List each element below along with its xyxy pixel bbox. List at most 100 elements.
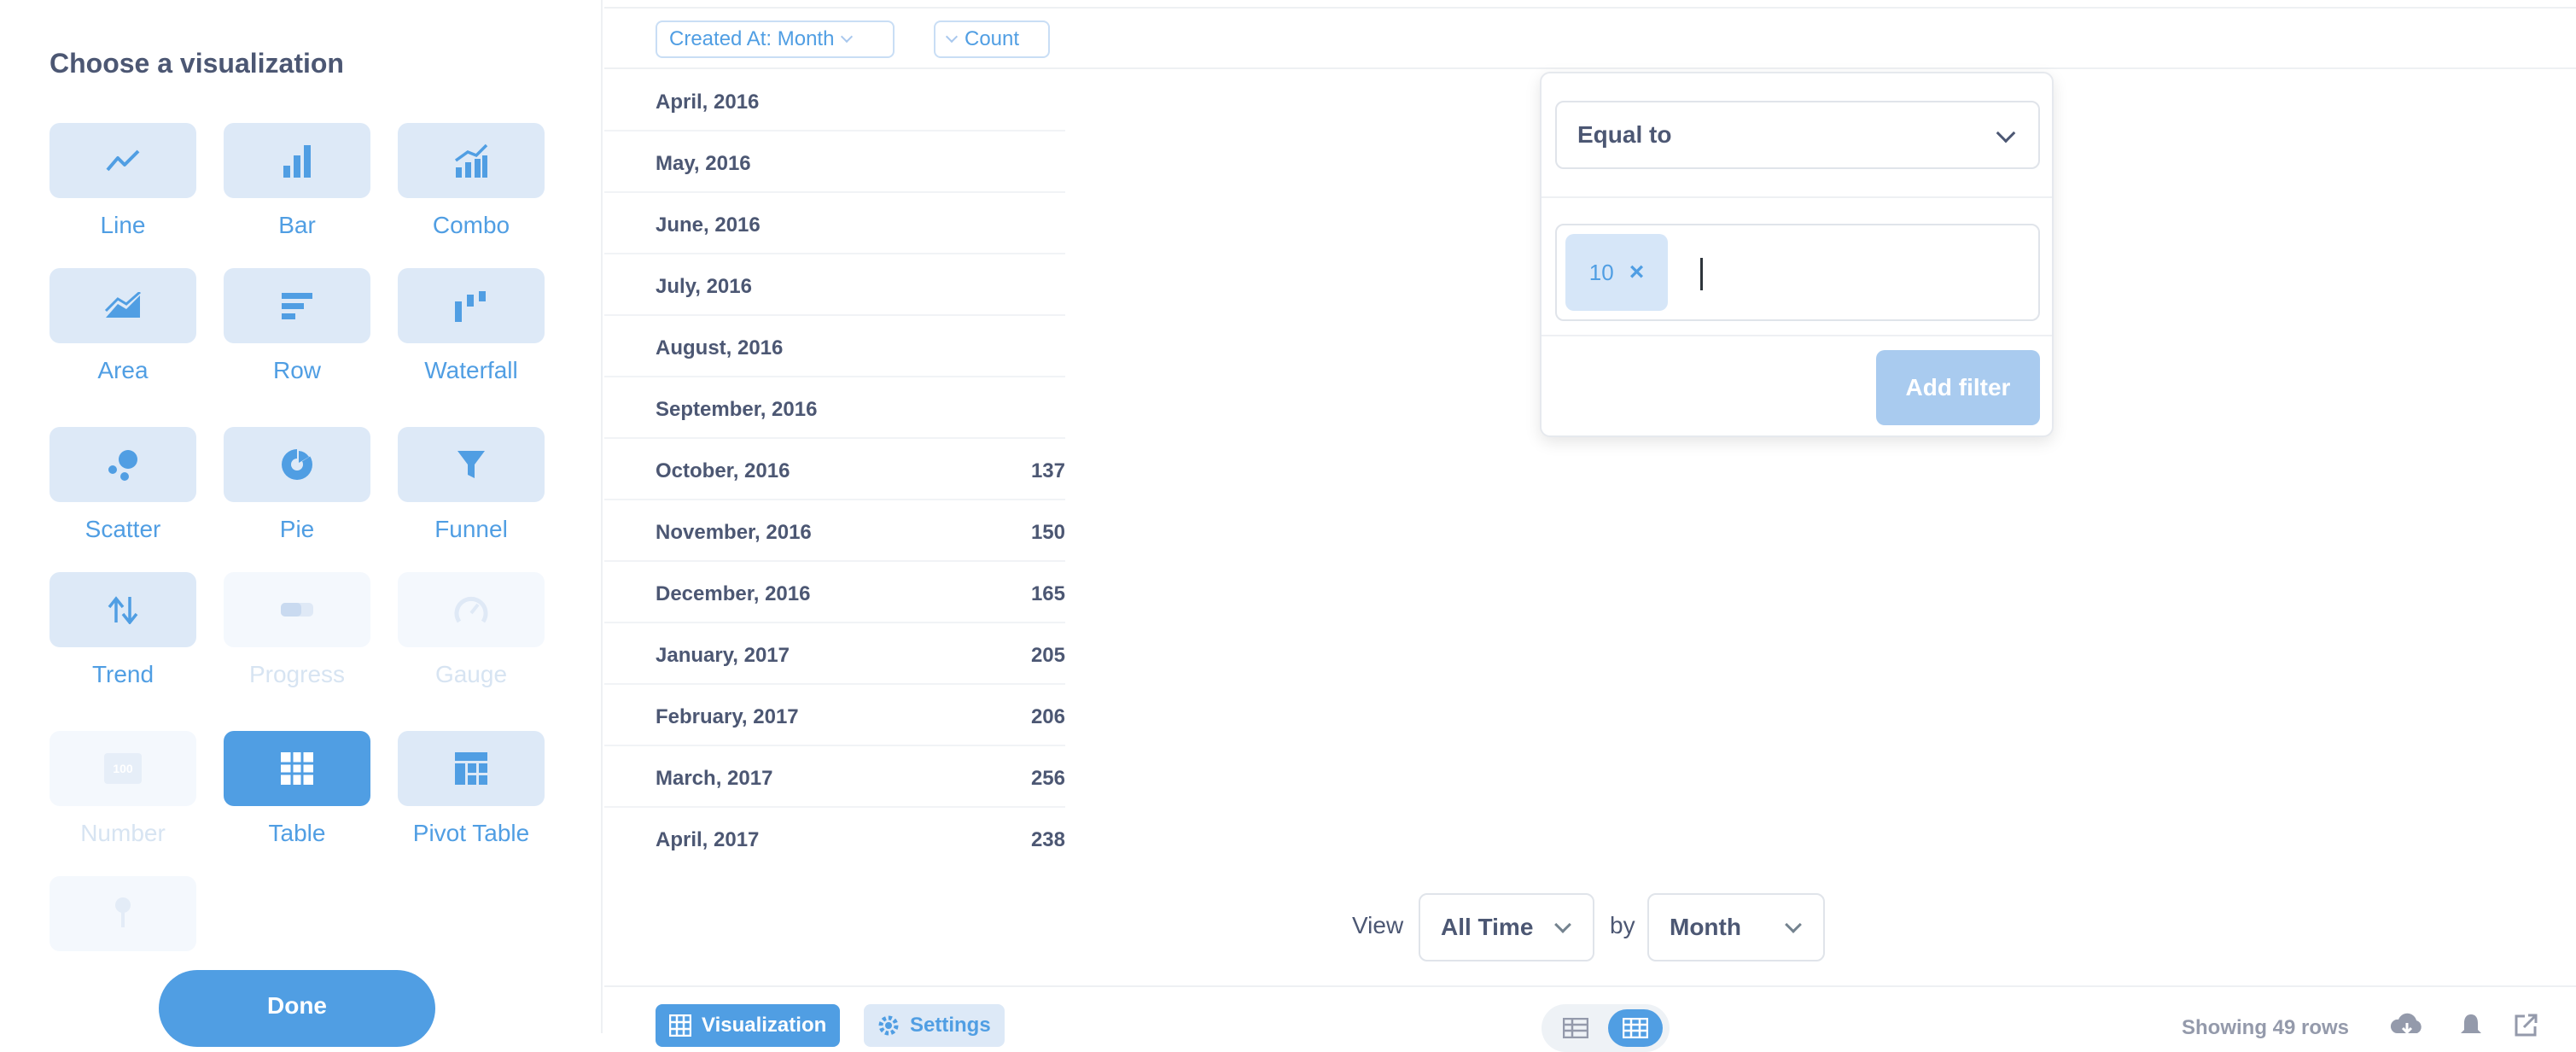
sidebar-title: Choose a visualization [50,48,344,79]
share-icon[interactable] [2513,1013,2538,1038]
viz-option-label: Funnel [434,516,508,542]
visualization-button[interactable]: Visualization [656,1004,841,1047]
table-icon [669,1014,691,1037]
waterfall-chart-icon [398,268,545,343]
grid-icon [1623,1018,1648,1038]
row-count-label: Showing 49 rows [2182,1016,2350,1039]
time-unit-select[interactable]: Month [1647,893,1825,961]
funnel-icon [398,427,545,502]
table-row[interactable]: June, 2016 [604,193,1065,254]
table-row[interactable]: April, 2016 [604,70,1065,132]
date-cell: April, 2017 [656,828,760,851]
column-header-label: Count [965,27,1020,50]
count-cell: 205 [1030,644,1065,667]
table-row[interactable]: November, 2016 150 [604,500,1065,562]
viz-option-trend[interactable]: Trend [36,572,210,688]
viz-option-funnel[interactable]: Funnel [384,427,558,543]
viz-option-number[interactable]: 100 Number [36,731,210,847]
chevron-down-icon [841,30,854,44]
viz-option-line[interactable]: Line [36,123,210,239]
chevron-down-icon [945,30,959,44]
done-button[interactable]: Done [159,970,435,1047]
table-icon [224,731,370,806]
filter-value-input[interactable]: 10 × [1555,224,2040,321]
viz-option-label: Progress [248,661,346,687]
view-mode-toggle[interactable] [1542,1004,1670,1052]
main-content: Created At: Month Count April, 2016 May,… [604,0,2576,1052]
download-icon[interactable] [2390,1013,2424,1038]
number-icon: 100 [50,731,196,806]
table-row[interactable]: August, 2016 [604,316,1065,377]
trend-icon [50,572,196,647]
column-header-created-at[interactable]: Created At: Month [656,20,895,58]
popover-divider [1542,196,2052,198]
time-range-select[interactable]: All Time [1419,893,1594,961]
count-cell: 238 [1030,828,1065,851]
progress-icon [224,572,370,647]
footer-bar: Visualization Settings Showing 49 rows [604,985,2576,1052]
row-chart-icon [224,268,370,343]
viz-option-map[interactable] [36,876,210,951]
date-cell: March, 2017 [656,767,773,790]
date-cell: April, 2016 [656,91,760,114]
date-cell: November, 2016 [656,521,812,544]
viz-option-label: Table [268,820,326,846]
visualization-toggle[interactable] [1608,1009,1663,1047]
value-token: 10 × [1565,234,1668,311]
chevron-down-icon [1785,916,1802,933]
table-row[interactable]: May, 2016 [604,132,1065,193]
date-cell: February, 2017 [656,705,799,728]
viz-option-bar[interactable]: Bar [210,123,384,239]
by-label: by [1610,912,1635,938]
count-cell: 165 [1030,582,1065,605]
viz-option-label: Combo [432,212,510,238]
operator-value: Equal to [1577,121,1672,148]
date-cell: September, 2016 [656,398,818,421]
viz-option-combo[interactable]: Combo [384,123,558,239]
settings-button[interactable]: Settings [864,1004,1005,1047]
viz-option-table[interactable]: Table [210,731,384,847]
viz-option-label: Scatter [85,516,161,542]
line-chart-icon [50,123,196,198]
viz-option-area[interactable]: Area [36,268,210,384]
viz-option-label: Row [272,357,321,383]
date-cell: August, 2016 [656,336,784,359]
time-unit-value: Month [1670,914,1741,940]
raw-table-toggle[interactable] [1548,1009,1603,1047]
date-cell: June, 2016 [656,213,761,237]
date-cell: January, 2017 [656,644,790,667]
viz-option-label: Number [80,820,166,846]
viz-option-row[interactable]: Row [210,268,384,384]
column-header-count[interactable]: Count [934,20,1050,58]
viz-option-scatter[interactable]: Scatter [36,427,210,543]
viz-option-pivot-table[interactable]: Pivot Table [384,731,558,847]
count-cell: 256 [1030,767,1065,790]
table-row[interactable]: January, 2017 205 [604,623,1065,685]
raw-table-icon [1563,1018,1588,1038]
viz-option-pie[interactable]: Pie [210,427,384,543]
bell-icon[interactable] [2458,1013,2484,1038]
table-row[interactable]: March, 2017 256 [604,746,1065,808]
table-row[interactable]: December, 2016 165 [604,562,1065,623]
pie-chart-icon [224,427,370,502]
viz-option-waterfall[interactable]: Waterfall [384,268,558,384]
table-row[interactable]: July, 2016 [604,254,1065,316]
close-icon[interactable]: × [1629,258,1645,287]
number-icon-glyph: 100 [104,753,142,784]
table-row[interactable]: April, 2017 238 [604,808,1065,869]
chevron-down-icon [1996,123,2016,143]
viz-option-gauge[interactable]: Gauge [384,572,558,688]
view-label: View [1352,912,1404,938]
scatter-chart-icon [50,427,196,502]
count-cell: 150 [1030,521,1065,544]
table-row[interactable]: October, 2016 137 [604,439,1065,500]
text-caret [1700,258,1703,290]
date-cell: December, 2016 [656,582,811,605]
operator-select[interactable]: Equal to [1555,101,2040,169]
add-filter-button[interactable]: Add filter [1876,350,2040,425]
viz-option-label: Pie [279,516,315,542]
viz-option-progress[interactable]: Progress [210,572,384,688]
date-cell: July, 2016 [656,275,752,298]
table-row[interactable]: September, 2016 [604,377,1065,439]
table-row[interactable]: February, 2017 206 [604,685,1065,746]
